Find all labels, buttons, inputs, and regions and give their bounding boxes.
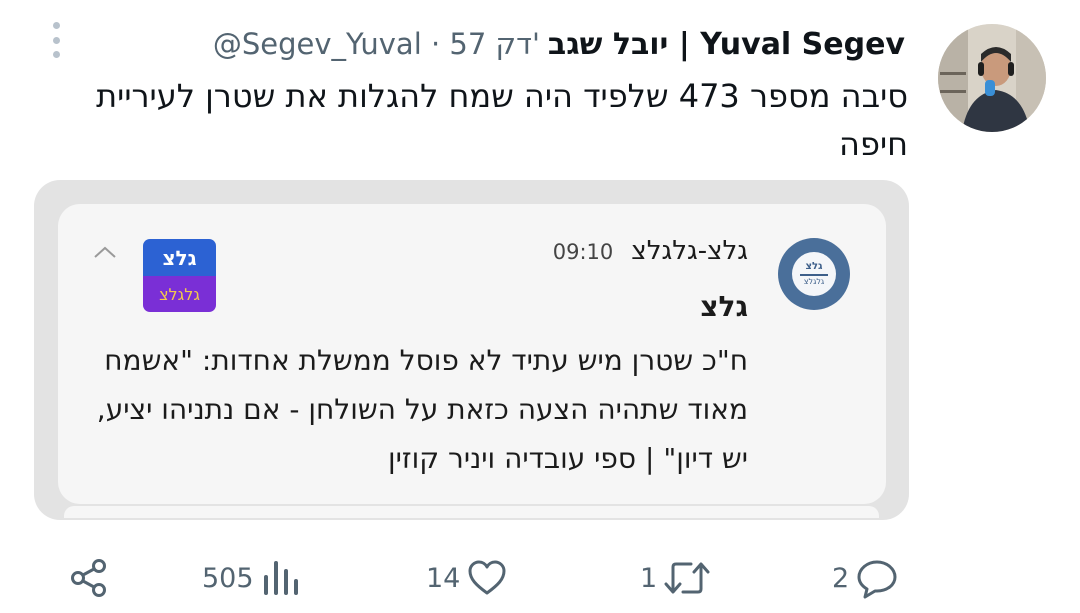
avatar-photo <box>938 24 1046 132</box>
reply-icon <box>857 560 897 599</box>
notification-time: 09:10 <box>552 240 614 264</box>
likes-count: 14 <box>426 562 461 594</box>
logo-bottom-text: גלגלצ <box>143 276 216 312</box>
share-button[interactable] <box>68 552 110 604</box>
tweet-header: יובל שגב | Yuval Segev @Segev_Yuval · 57… <box>185 24 905 64</box>
retweet-button[interactable]: 1 <box>640 552 711 604</box>
display-name[interactable]: יובל שגב | Yuval Segev <box>548 27 905 62</box>
chevron-up-icon <box>94 246 116 258</box>
views-icon <box>263 561 298 595</box>
views-button[interactable]: 505 <box>202 552 304 604</box>
notification-stack-edge <box>64 506 879 518</box>
notification-large-logo: גלצ גלגלצ <box>143 239 216 312</box>
avatar[interactable] <box>938 24 1046 132</box>
app-icon-subtext: גלגלצ <box>803 276 825 286</box>
heart-icon <box>468 560 506 595</box>
tweet-actions: 505 14 1 2 <box>0 552 1080 604</box>
retweets-count: 1 <box>640 562 658 594</box>
views-count: 505 <box>202 562 254 594</box>
app-icon-text: גלצ <box>805 261 823 273</box>
handle-and-time[interactable]: @Segev_Yuval · 57 דק' <box>213 27 540 61</box>
more-options-icon[interactable] <box>44 22 68 58</box>
retweet-icon <box>664 562 710 594</box>
logo-top-text: גלצ <box>143 239 216 276</box>
reply-button[interactable]: 2 <box>832 552 899 604</box>
notification-sender: גלצ <box>700 290 748 323</box>
tweet-text: סיבה מספר 473 שלפיד היה שמח להגלות את שט… <box>96 77 908 163</box>
notification-app-icon: גלצ גלגלצ <box>778 238 850 310</box>
replies-count: 2 <box>832 562 850 594</box>
share-icon <box>71 559 106 597</box>
notification-app-name: גלצ-גלגלצ <box>631 236 748 266</box>
notification-header: גלצ-גלגלצ 09:10 <box>553 236 748 266</box>
notification-body: ח"כ שטרן מיש עתיד לא פוסל ממשלת אחדות: "… <box>96 344 748 475</box>
like-button[interactable]: 14 <box>426 552 508 604</box>
